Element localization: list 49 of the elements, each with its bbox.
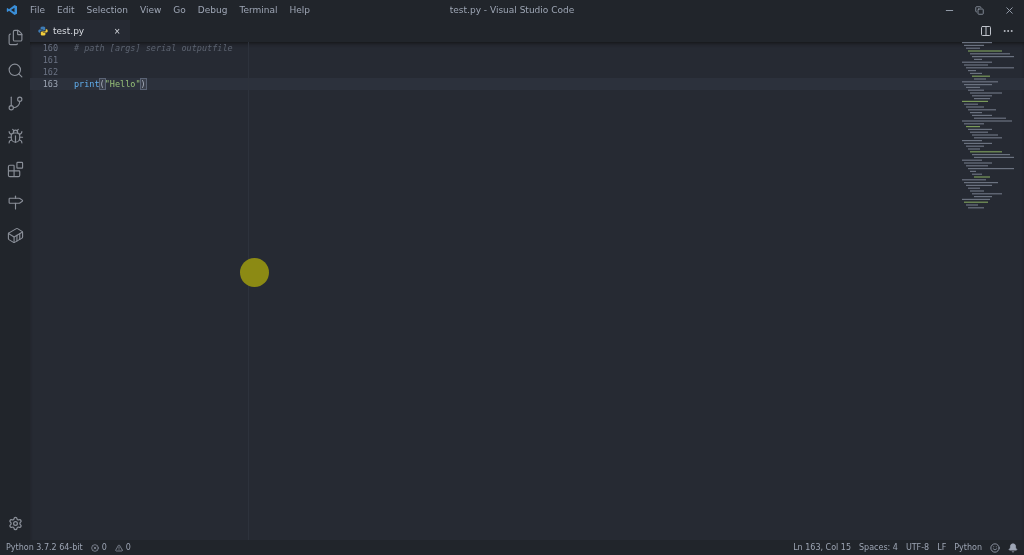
line-number: 162 <box>41 67 59 77</box>
settings-icon <box>7 515 23 531</box>
feedback-smiley-icon[interactable] <box>990 542 1000 553</box>
menu-item[interactable]: View <box>134 5 168 15</box>
status-text[interactable]: Python 3.7.2 64-bit <box>6 543 83 552</box>
menu-item[interactable]: Edit <box>51 5 81 15</box>
warning-icon <box>114 543 123 552</box>
status-text[interactable]: UTF-8 <box>905 543 930 552</box>
signpost-icon <box>6 193 24 211</box>
branch-icon <box>6 94 24 112</box>
restore-icon <box>974 5 984 15</box>
close-icon <box>1003 4 1015 16</box>
menu-item[interactable]: Debug <box>191 5 234 15</box>
code-comment: # path [args] serial outputfile <box>74 43 233 53</box>
notifications-bell-icon[interactable] <box>1008 542 1018 553</box>
status-text[interactable]: Spaces: 4 <box>859 543 898 552</box>
menu-item[interactable]: Go <box>167 5 192 15</box>
cursor-highlight <box>240 258 269 287</box>
tab-close-button[interactable]: × <box>112 25 122 37</box>
menu-item[interactable]: File <box>24 5 52 15</box>
menu-item[interactable]: Terminal <box>233 5 284 15</box>
status-count: 0 <box>125 543 131 552</box>
status-text[interactable]: LF <box>937 543 947 552</box>
status-text[interactable]: Ln 163, Col 15 <box>793 543 851 552</box>
menu-item[interactable]: Selection <box>80 5 134 15</box>
error-count[interactable]: 0 <box>90 543 107 552</box>
python-file-icon <box>38 26 48 36</box>
bug-icon <box>6 127 24 145</box>
line-number: 163 <box>41 79 59 89</box>
line-number: 160 <box>41 43 59 53</box>
status-count: 0 <box>101 543 107 552</box>
app-logo-icon <box>6 4 18 16</box>
code-token: ( <box>99 79 105 89</box>
status-text[interactable]: Python <box>954 543 982 552</box>
menu-item[interactable]: Help <box>283 5 316 15</box>
error-icon <box>90 543 99 552</box>
extensions-icon <box>6 160 24 178</box>
window-title: test.py - Visual Studio Code <box>449 5 575 15</box>
split-editor-icon[interactable] <box>980 25 992 37</box>
search-icon <box>6 61 24 79</box>
code-token: "Hello" <box>104 79 141 89</box>
code-token: print <box>74 79 100 89</box>
editor-tab[interactable]: test.py × <box>30 20 130 42</box>
line-number: 161 <box>41 55 59 65</box>
files-icon <box>6 28 24 46</box>
warning-count[interactable]: 0 <box>114 543 131 552</box>
tab-label: test.py <box>53 26 85 36</box>
container-icon <box>6 226 24 244</box>
code-token: ) <box>140 79 146 89</box>
